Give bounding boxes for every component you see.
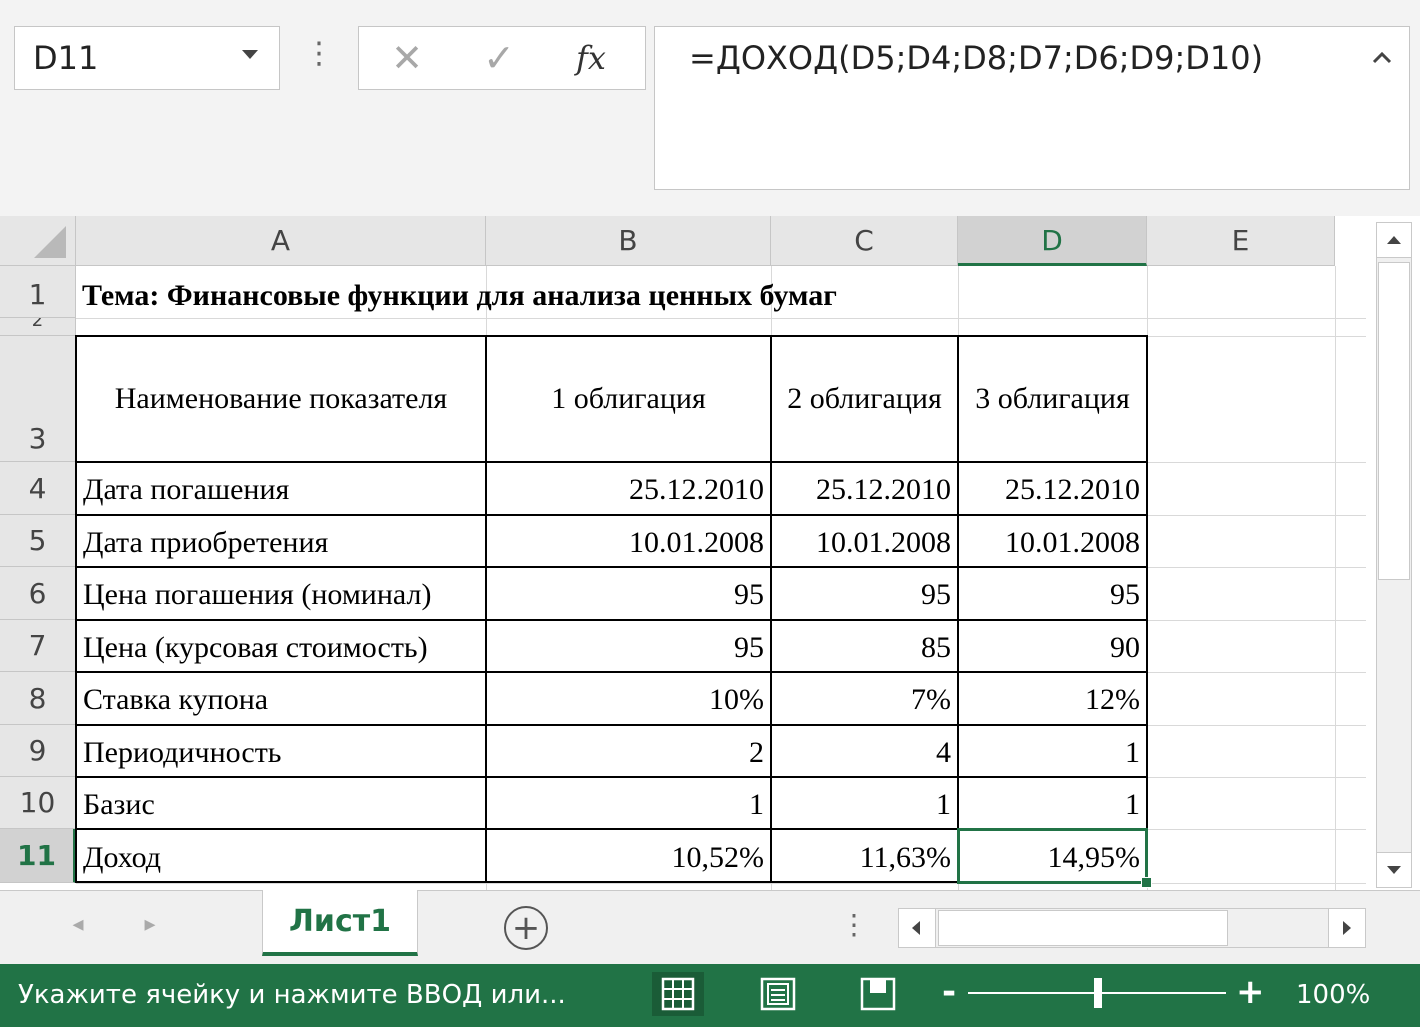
active-cell-border (957, 828, 1148, 884)
table-cell[interactable]: Ставка купона (77, 673, 485, 724)
page-layout-view-button[interactable] (752, 972, 804, 1016)
row-header-11[interactable]: 11 (0, 829, 76, 883)
row-header-8[interactable]: 8 (0, 672, 76, 725)
table-cell[interactable]: 1 (772, 778, 957, 828)
table-cell[interactable]: 85 (772, 621, 957, 671)
table-cell[interactable]: Дата погашения (77, 463, 485, 514)
table-cell[interactable]: Доход (77, 830, 485, 881)
table-cell[interactable]: 95 (487, 621, 770, 671)
tab-scroll-right-icon[interactable]: ▸ (138, 910, 162, 940)
row-header-1[interactable]: 1 (0, 266, 76, 318)
column-header-a[interactable]: A (76, 216, 486, 266)
column-header-e[interactable]: E (1147, 216, 1335, 266)
table-cell[interactable]: 7% (772, 673, 957, 724)
table-cell[interactable]: 10,52% (487, 830, 770, 881)
table-border (1146, 335, 1148, 883)
formula-input[interactable]: =ДОХОД(D5;D4;D8;D7;D6;D9;D10) (654, 26, 1410, 190)
status-message: Укажите ячейку и нажмите ВВОД или... (18, 980, 566, 1010)
table-cell[interactable]: 1 (487, 778, 770, 828)
formula-text: =ДОХОД(D5;D4;D8;D7;D6;D9;D10) (689, 39, 1264, 77)
zoom-level[interactable]: 100% (1296, 964, 1370, 1027)
table-cell[interactable]: 10.01.2008 (959, 516, 1146, 566)
chevron-up-icon[interactable] (1369, 45, 1395, 71)
zoom-slider-thumb[interactable] (1094, 978, 1102, 1008)
table-cell[interactable]: 1 (959, 778, 1146, 828)
column-header-c[interactable]: C (771, 216, 958, 266)
zoom-in-button[interactable]: + (1236, 968, 1265, 1018)
vertical-scroll-thumb[interactable] (1378, 262, 1410, 580)
table-cell[interactable]: Дата приобретения (77, 516, 485, 566)
tab-scroll-left-icon[interactable]: ◂ (66, 910, 90, 940)
table-cell[interactable]: 10% (487, 673, 770, 724)
header-cell-bond-3[interactable]: 3 облигация (959, 337, 1146, 461)
scroll-right-button[interactable] (1328, 908, 1366, 948)
page-break-icon (860, 977, 896, 1011)
horizontal-scroll-thumb[interactable] (938, 910, 1228, 946)
row-header-3[interactable]: 3 (0, 336, 76, 462)
scroll-left-button[interactable] (898, 908, 936, 948)
gridline (76, 883, 1366, 884)
table-cell[interactable]: 90 (959, 621, 1146, 671)
zoom-out-button[interactable]: - (938, 968, 960, 1018)
row-header-10[interactable]: 10 (0, 777, 76, 829)
triangle-up-icon (1387, 236, 1401, 244)
table-cell[interactable]: 25.12.2010 (959, 463, 1146, 514)
page-layout-icon (760, 977, 796, 1011)
name-box[interactable]: D11 (14, 26, 280, 90)
table-cell[interactable]: 4 (772, 726, 957, 776)
sheet-tab-list1[interactable]: Лист1 (262, 890, 418, 956)
table-cell[interactable]: 25.12.2010 (772, 463, 957, 514)
row-header-2[interactable]: 2 (0, 318, 76, 336)
table-cell[interactable]: 10.01.2008 (487, 516, 770, 566)
page-break-view-button[interactable] (852, 972, 904, 1016)
table-cell[interactable]: 12% (959, 673, 1146, 724)
sheet-title[interactable]: Тема: Финансовые функции для анализа цен… (82, 272, 837, 320)
tab-split-handle-icon[interactable]: ⋮ (840, 906, 868, 946)
header-cell-bond-2[interactable]: 2 облигация (772, 337, 957, 461)
triangle-left-icon (912, 921, 920, 935)
insert-function-icon[interactable]: fx (559, 31, 623, 85)
chevron-down-icon[interactable] (242, 50, 258, 59)
formula-buttons: ✕ ✓ fx (358, 26, 646, 90)
table-cell[interactable]: 10.01.2008 (772, 516, 957, 566)
row-header-9[interactable]: 9 (0, 725, 76, 777)
table-cell[interactable]: Базис (77, 778, 485, 828)
select-all-triangle-icon (34, 226, 66, 258)
triangle-right-icon (1343, 921, 1351, 935)
triangle-down-icon (1387, 866, 1401, 874)
more-options-icon[interactable]: ⋮ (304, 32, 334, 82)
add-sheet-icon[interactable]: + (504, 906, 548, 950)
gridline (1335, 266, 1336, 890)
table-cell[interactable]: 95 (959, 568, 1146, 619)
table-cell[interactable]: 1 (959, 726, 1146, 776)
table-cell[interactable]: 2 (487, 726, 770, 776)
fill-handle[interactable] (1141, 877, 1152, 888)
cancel-icon[interactable]: ✕ (375, 31, 439, 85)
row-header-4[interactable]: 4 (0, 462, 76, 515)
table-cell[interactable]: Периодичность (77, 726, 485, 776)
row-header-7[interactable]: 7 (0, 620, 76, 672)
table-cell[interactable]: Цена погашения (номинал) (77, 568, 485, 619)
table-cell[interactable]: 95 (772, 568, 957, 619)
row-header-6[interactable]: 6 (0, 567, 76, 620)
enter-check-icon[interactable]: ✓ (467, 31, 531, 85)
normal-view-button[interactable] (652, 972, 704, 1016)
column-header-b[interactable]: B (486, 216, 771, 266)
table-cell[interactable]: 11,63% (772, 830, 957, 881)
header-cell-bond-1[interactable]: 1 облигация (487, 337, 770, 461)
grid-view-icon (661, 977, 695, 1011)
table-cell[interactable]: 25.12.2010 (487, 463, 770, 514)
table-cell[interactable]: 95 (487, 568, 770, 619)
header-cell-indicator[interactable]: Наименование показателя (77, 337, 485, 461)
column-header-d[interactable]: D (958, 216, 1147, 266)
scroll-up-button[interactable] (1376, 222, 1412, 258)
scroll-down-button[interactable] (1376, 852, 1412, 888)
table-cell[interactable]: Цена (курсовая стоимость) (77, 621, 485, 671)
row-header-5[interactable]: 5 (0, 515, 76, 567)
